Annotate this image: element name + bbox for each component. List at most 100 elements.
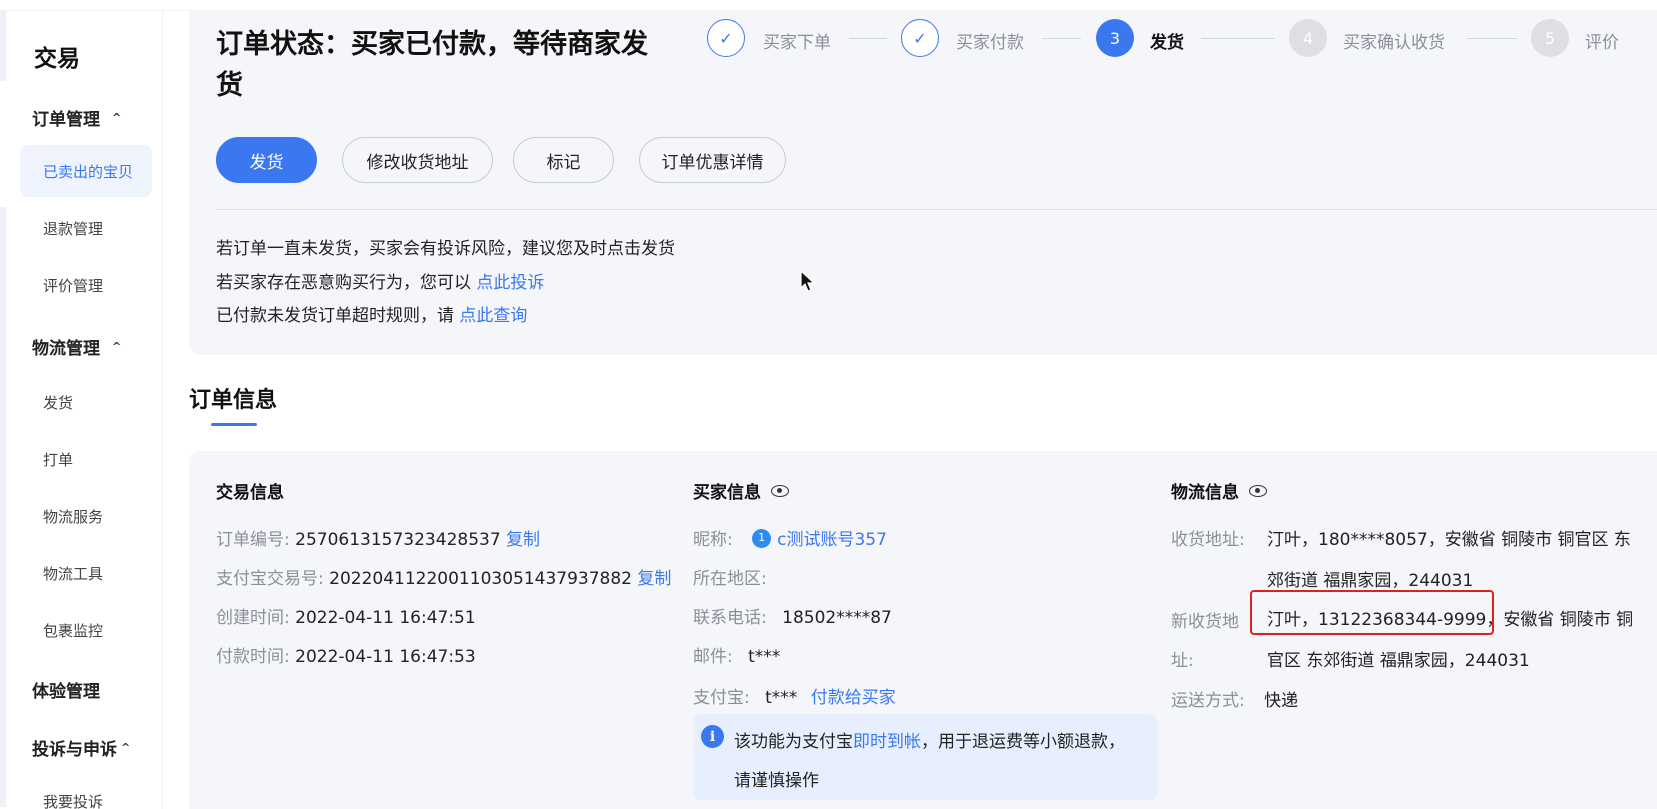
sidebar-item-print[interactable]: 打单 [43,449,73,470]
edit-address-button[interactable]: 修改收货地址 [342,137,493,183]
sidebar-edge [0,11,6,81]
step-connector [1467,38,1517,39]
chevron-up-icon: ^ [112,111,122,124]
sidebar-group-label: 订单管理 [32,110,100,130]
order-number-label: 订单编号: [216,530,296,550]
new-address-label-2: 址: [1171,646,1194,671]
sidebar-item-package-monitor[interactable]: 包裹监控 [43,620,103,641]
sidebar-item-my-complaint[interactable]: 我要投诉 [43,791,103,809]
created-time-row: 创建时间: 2022-04-11 16:47:51 [216,603,476,628]
paid-time-row: 付款时间: 2022-04-11 16:47:53 [216,642,476,667]
ship-risk-notice: 若订单一直未发货，买家会有投诉风险，建议您及时点击发货 [216,239,675,259]
sidebar-title: 交易 [34,46,80,72]
shipping-method-value: 快递 [1264,691,1299,711]
tip-line-1: 该功能为支付宝即时到帐，用于退运费等小额退款， [734,727,1125,752]
discount-detail-button[interactable]: 订单优惠详情 [639,137,786,183]
sidebar: 交易 订单管理 ^ 已卖出的宝贝 退款管理 评价管理 物流管理 ^ 发货 打单 … [0,11,163,809]
new-address-label-text: 新收货地 [1171,612,1239,632]
sidebar-group-order-mgmt[interactable]: 订单管理 ^ [32,105,121,130]
new-address-rest: ，安徽省 铜陵市 铜 [1486,610,1634,630]
copy-order-number-link[interactable]: 复制 [506,530,540,550]
shipping-method-row: 运送方式: 快递 [1171,686,1298,711]
instant-transfer-link[interactable]: 即时到帐 [853,732,921,752]
step-5-label: 评价 [1585,33,1619,53]
address-line-1: 汀叶，180****8057，安徽省 铜陵市 铜官区 东 [1267,530,1631,550]
step-connector [1201,38,1275,39]
new-address-label-1: 新收货地 [1171,607,1239,632]
sidebar-group-complaint[interactable]: 投诉与申诉 ^ [32,735,130,760]
tip-text-suffix: ，用于退运费等小额退款， [921,732,1125,752]
wangwang-chat-icon [752,529,772,548]
tip-line-2: 请谨慎操作 [734,771,819,791]
timeout-rule-text: 已付款未发货订单超时规则，请 [216,306,460,326]
mouse-cursor-icon [800,270,816,292]
complaint-notice: 若买家存在恶意购买行为，您可以 点此投诉 [216,268,544,293]
alipay-row: 支付宝: t*** 付款给买家 [693,683,896,708]
step-3-number: 3 [1096,19,1134,57]
step-connector [1042,38,1081,39]
sidebar-group-label: 投诉与申诉 [32,740,117,760]
chevron-up-icon: ^ [112,340,122,353]
logistics-info-title: 物流信息 [1171,478,1267,503]
copy-alipay-number-link[interactable]: 复制 [637,569,671,589]
sidebar-group-experience-mgmt[interactable]: 体验管理 [32,677,100,702]
timeout-rule-link[interactable]: 点此查询 [459,306,527,326]
address-line-2: 郊街道 福鼎家园，244031 [1267,571,1474,591]
nickname-label: 昵称: [693,530,733,550]
created-time-label: 创建时间: [216,608,296,628]
complaint-link[interactable]: 点此投诉 [476,273,544,293]
sidebar-item-review-mgmt[interactable]: 评价管理 [43,275,103,296]
alipay-number-row: 支付宝交易号: 2022041122001103051437937882 复制 [216,564,671,589]
phone-label: 联系电话: [693,608,767,628]
region-row: 所在地区: [693,564,767,589]
email-value: t*** [748,647,781,667]
sidebar-group-label: 体验管理 [32,682,100,702]
sidebar-edge [0,207,6,807]
eye-icon[interactable] [771,484,789,497]
alipay-number-label: 支付宝交易号: [216,569,330,589]
eye-icon[interactable] [1249,484,1267,497]
new-address-line-2: 官区 东郊街道 福鼎家园，244031 [1267,651,1530,671]
sidebar-item-logistics-tools[interactable]: 物流工具 [43,563,103,584]
created-time-value: 2022-04-11 16:47:51 [295,608,476,628]
phone-row: 联系电话: 18502****87 [693,603,892,628]
step-4-label: 买家确认收货 [1343,33,1445,53]
page-root: 交易 订单管理 ^ 已卖出的宝贝 退款管理 评价管理 物流管理 ^ 发货 打单 … [0,0,1657,809]
sidebar-item-sold-items[interactable]: 已卖出的宝贝 [43,161,133,182]
step-3-label: 发货 [1150,33,1184,53]
address-label: 收货地址: [1171,530,1245,550]
sidebar-item-ship[interactable]: 发货 [43,392,73,413]
step-2-label: 买家付款 [956,33,1024,53]
alipay-value: t*** [765,688,798,708]
step-connector [849,38,887,39]
paid-time-label: 付款时间: [216,647,296,667]
nickname-row: 昵称: c测试账号357 [693,525,887,550]
sidebar-item-logistics-service[interactable]: 物流服务 [43,506,103,527]
sidebar-group-logistics-mgmt[interactable]: 物流管理 ^ [32,334,121,359]
buyer-nickname-link[interactable]: c测试账号357 [752,529,887,550]
step-4-number: 4 [1289,19,1327,57]
new-address-highlight-box [1250,590,1494,635]
step-1-label: 买家下单 [763,33,831,53]
order-info-title: 订单信息 [189,388,278,413]
info-icon: i [701,725,724,748]
shipping-method-label: 运送方式: [1171,691,1245,711]
address-label-row: 收货地址: [1171,525,1245,550]
phone-value: 18502****87 [782,608,892,628]
paid-time-value: 2022-04-11 16:47:53 [295,647,476,667]
chevron-up-icon: ^ [121,741,131,754]
step-1-check-icon: ✓ [707,19,745,57]
timeout-rule-notice: 已付款未发货订单超时规则，请 点此查询 [216,301,527,326]
buyer-nickname: c测试账号357 [777,530,887,550]
sidebar-item-refund-mgmt[interactable]: 退款管理 [43,218,103,239]
complaint-notice-text: 若买家存在恶意购买行为，您可以 [216,273,477,293]
alipay-number-value: 2022041122001103051437937882 [329,569,632,589]
mark-button[interactable]: 标记 [513,137,614,183]
buyer-info-title: 买家信息 [693,478,789,503]
order-status-title: 订单状态：买家已付款，等待商家发货 [216,29,648,101]
order-number-row: 订单编号: 2570613157323428537 复制 [216,525,540,550]
sidebar-group-label: 物流管理 [32,339,100,359]
ship-button[interactable]: 发货 [216,137,317,183]
step-5-number: 5 [1531,19,1569,57]
pay-buyer-link[interactable]: 付款给买家 [811,688,896,708]
